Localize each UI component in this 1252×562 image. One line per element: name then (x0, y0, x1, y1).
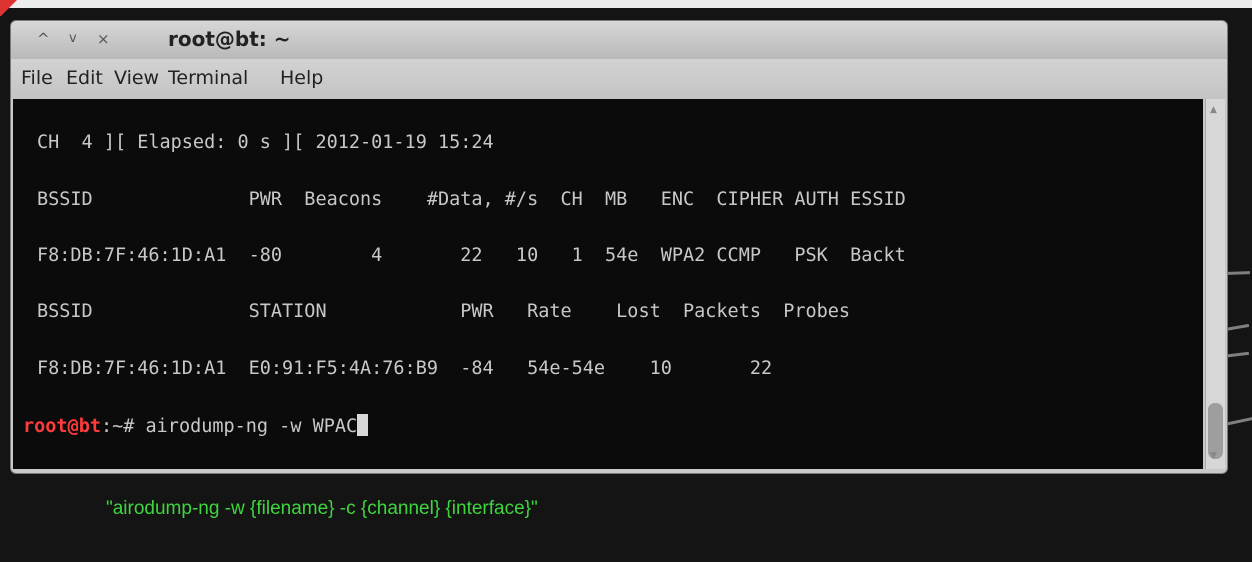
desktop-menu-icon (0, 0, 26, 16)
station-table-header: BSSID STATION PWR Rate Lost Packets Prob… (37, 301, 851, 322)
terminal-window: ^ v × root@bt: ~ File Edit View Terminal… (10, 20, 1228, 474)
text-cursor (357, 414, 369, 436)
command-prompt-line[interactable]: root@bt:~# airodump-ng -w WPAC (23, 414, 369, 437)
status-line: CH 4 ][ Elapsed: 0 s ][ 2012-01-19 15:24 (37, 132, 494, 153)
scroll-up-arrow-icon[interactable]: ▲ (1210, 105, 1217, 115)
scroll-down-arrow-icon[interactable]: ▼ (1210, 451, 1217, 461)
station-table-row: F8:DB:7F:46:1D:A1 E0:91:F5:4A:76:B9 -84 … (37, 358, 773, 379)
menu-file[interactable]: File (21, 67, 53, 89)
desktop-top-panel (0, 0, 1252, 8)
prompt-user-host: root@bt (23, 416, 101, 437)
menu-help[interactable]: Help (280, 67, 323, 89)
close-button[interactable]: × (97, 30, 110, 48)
command-input[interactable]: airodump-ng -w WPAC (134, 416, 358, 437)
window-title: root@bt: ~ (168, 27, 291, 51)
ap-table-header: BSSID PWR Beacons #Data, #/s CH MB ENC C… (37, 189, 906, 210)
menu-bar: File Edit View Terminal Help (11, 59, 1227, 99)
menu-edit[interactable]: Edit (66, 67, 103, 89)
command-syntax-caption: "airodump-ng -w {filename} -c {channel} … (106, 498, 538, 519)
menu-view[interactable]: View (114, 67, 159, 89)
terminal-output[interactable]: CH 4 ][ Elapsed: 0 s ][ 2012-01-19 15:24… (13, 99, 1203, 469)
title-bar: ^ v × root@bt: ~ (11, 21, 1227, 59)
minimize-button[interactable]: ^ (37, 30, 50, 48)
menu-terminal[interactable]: Terminal (168, 67, 248, 89)
ap-table-row: F8:DB:7F:46:1D:A1 -80 4 22 10 1 54e WPA2… (37, 245, 906, 266)
vertical-scrollbar[interactable]: ▲ ▼ (1205, 99, 1225, 469)
prompt-path: :~# (100, 416, 135, 437)
restore-button[interactable]: v (69, 30, 77, 48)
